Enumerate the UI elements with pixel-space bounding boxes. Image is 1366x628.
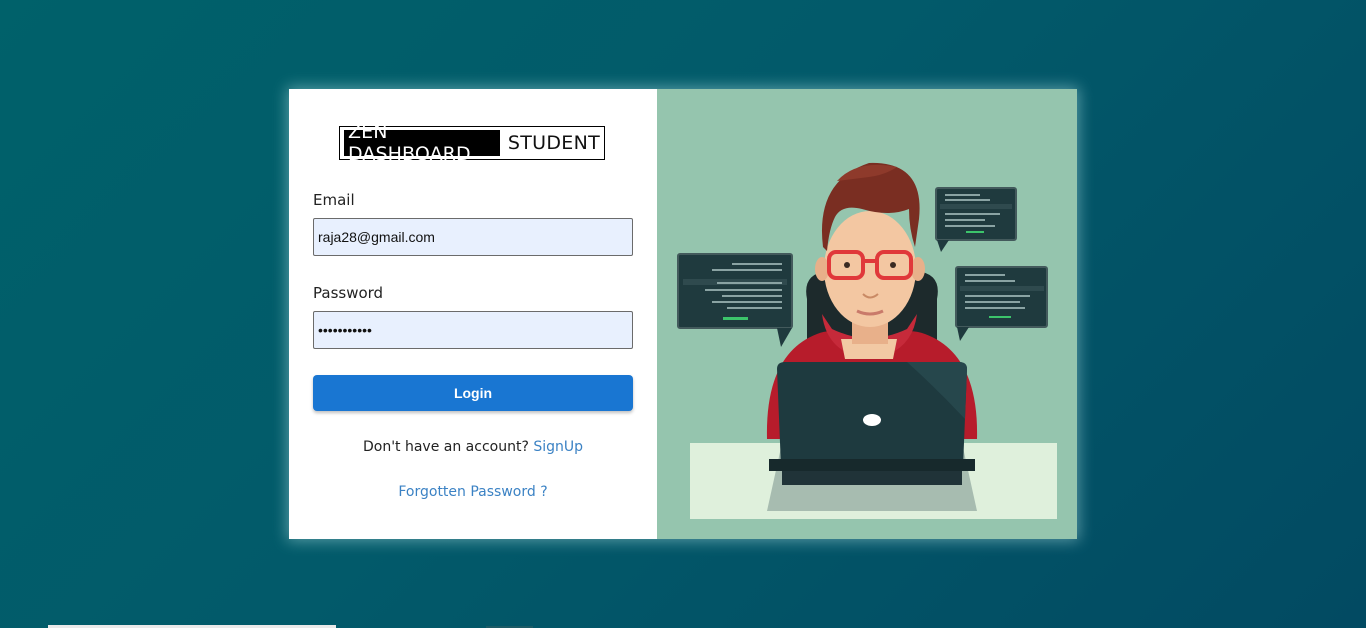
code-bubble-right-icon <box>955 266 1048 341</box>
signup-row: Don't have an account? SignUp <box>289 439 657 455</box>
developer-illustration <box>677 162 1057 519</box>
code-bubble-left-icon <box>677 253 793 347</box>
signup-link[interactable]: SignUp <box>533 439 583 455</box>
email-label: Email <box>313 191 355 209</box>
login-card: ZEN DASHBOARD STUDENT Email Password Log… <box>289 89 1077 539</box>
login-panel: ZEN DASHBOARD STUDENT Email Password Log… <box>289 89 657 539</box>
email-field[interactable] <box>313 218 633 256</box>
illustration-panel <box>657 89 1077 539</box>
laptop-icon <box>769 362 975 485</box>
password-field[interactable] <box>313 311 633 349</box>
forgot-password-row: Forgotten Password ? <box>289 484 657 500</box>
login-button[interactable]: Login <box>313 375 633 411</box>
face-shape <box>824 211 916 327</box>
code-bubble-top-right-icon <box>935 187 1017 252</box>
forgot-password-link[interactable]: Forgotten Password ? <box>398 484 547 500</box>
app-logo: ZEN DASHBOARD STUDENT <box>339 121 605 165</box>
logo-secondary-text: STUDENT <box>507 132 600 154</box>
password-label: Password <box>313 284 384 302</box>
signup-prompt: Don't have an account? <box>362 439 529 455</box>
logo-primary-text: ZEN DASHBOARD <box>344 121 500 165</box>
